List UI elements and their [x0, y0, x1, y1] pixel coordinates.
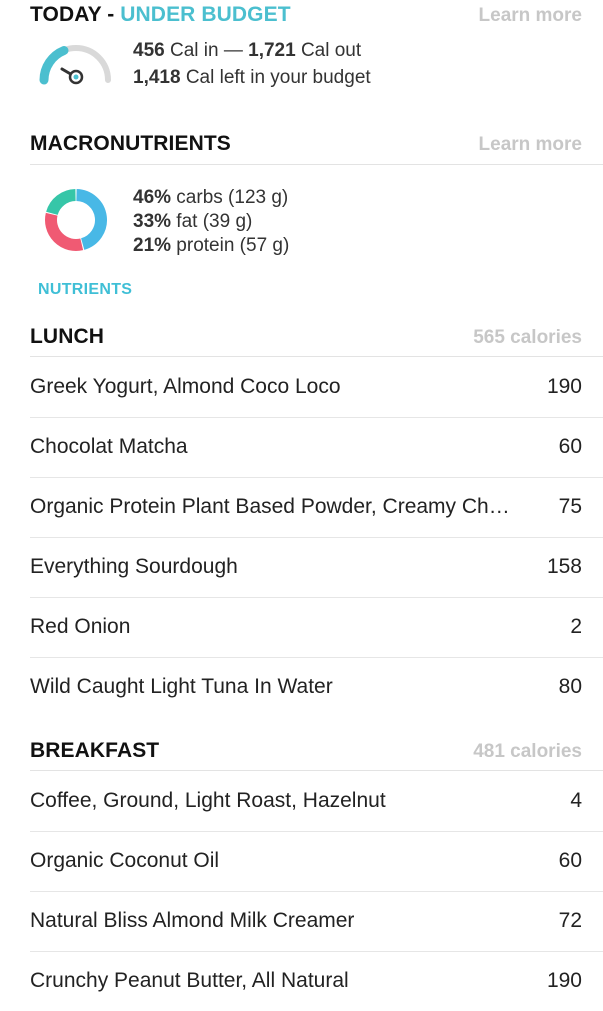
macro-protein: 21% protein (57 g): [133, 234, 289, 258]
food-name: Wild Caught Light Tuna In Water: [30, 675, 333, 698]
food-row[interactable]: Crunchy Peanut Butter, All Natural 190: [30, 951, 582, 1011]
macro-protein-pct: 21%: [133, 235, 172, 256]
macro-fat-pct: 33%: [133, 211, 172, 232]
macro-fat-label: fat (39 g): [171, 211, 253, 232]
cal-out-value: 1,721: [248, 40, 296, 61]
macros-list: 46% carbs (123 g) 33% fat (39 g) 21% pro…: [133, 186, 289, 258]
food-name: Chocolat Matcha: [30, 435, 188, 458]
today-header: TODAY - UNDER BUDGET Learn more: [30, 3, 582, 27]
meal-header-breakfast: BREAKFAST 481 calories: [30, 739, 582, 763]
food-name: Organic Coconut Oil: [30, 849, 220, 872]
food-calories: 75: [558, 495, 582, 518]
food-calories: 60: [558, 849, 582, 872]
cal-left-label: Cal left in your budget: [180, 67, 371, 88]
meal-total-lunch: 565 calories: [473, 327, 582, 348]
food-row[interactable]: Organic Coconut Oil 60: [30, 831, 582, 891]
food-row[interactable]: Chocolat Matcha 60: [30, 417, 582, 477]
food-calories: 158: [546, 555, 582, 578]
food-row[interactable]: Greek Yogurt, Almond Coco Loco 190: [30, 357, 582, 417]
today-learn-more-link[interactable]: Learn more: [479, 5, 582, 27]
food-name: Red Onion: [30, 615, 131, 638]
cal-in-label: Cal in —: [164, 40, 249, 61]
food-name: Organic Protein Plant Based Powder, Crea…: [30, 495, 510, 518]
food-name: Crunchy Peanut Butter, All Natural: [30, 969, 349, 992]
food-calories: 80: [558, 675, 582, 698]
cal-left-value: 1,418: [133, 67, 181, 88]
nutrients-link[interactable]: NUTRIENTS: [38, 281, 132, 299]
macros-divider: [30, 164, 603, 165]
macro-fat: 33% fat (39 g): [133, 210, 289, 234]
macros-header: MACRONUTRIENTS Learn more: [30, 132, 582, 156]
food-name: Greek Yogurt, Almond Coco Loco: [30, 375, 341, 398]
meal-header-lunch: LUNCH 565 calories: [30, 325, 582, 349]
food-name: Natural Bliss Almond Milk Creamer: [30, 909, 355, 932]
calorie-summary: 456 Cal in — 1,721 Cal out 1,418 Cal lef…: [133, 37, 371, 91]
meal-total-breakfast: 481 calories: [473, 741, 582, 762]
macro-carbs: 46% carbs (123 g): [133, 186, 289, 210]
food-calories: 2: [570, 615, 582, 638]
macros-donut-chart: [45, 189, 107, 251]
donut-slice: [45, 212, 84, 251]
food-name: Coffee, Ground, Light Roast, Hazelnut: [30, 789, 386, 812]
food-row[interactable]: Wild Caught Light Tuna In Water 80: [30, 657, 582, 717]
donut-slice: [46, 189, 77, 216]
cal-left-line: 1,418 Cal left in your budget: [133, 64, 371, 91]
food-calories: 60: [558, 435, 582, 458]
food-row[interactable]: Organic Protein Plant Based Powder, Crea…: [30, 477, 582, 537]
food-calories: 190: [546, 375, 582, 398]
meal-title-breakfast: BREAKFAST: [30, 739, 160, 762]
macro-carbs-pct: 46%: [133, 187, 172, 208]
food-row[interactable]: Coffee, Ground, Light Roast, Hazelnut 4: [30, 771, 582, 831]
food-name: Everything Sourdough: [30, 555, 238, 578]
meal-title-lunch: LUNCH: [30, 325, 104, 348]
food-calories: 4: [570, 789, 582, 812]
food-calories: 72: [558, 909, 582, 932]
today-label: TODAY -: [30, 3, 121, 26]
cal-out-label: Cal out: [295, 40, 362, 61]
today-title: TODAY - UNDER BUDGET: [30, 3, 291, 27]
donut-slice: [75, 189, 107, 250]
budget-status: UNDER BUDGET: [120, 3, 291, 26]
cal-in-out-line: 456 Cal in — 1,721 Cal out: [133, 37, 371, 64]
macro-protein-label: protein (57 g): [171, 235, 290, 256]
macros-learn-more-link[interactable]: Learn more: [479, 134, 582, 156]
macro-carbs-label: carbs (123 g): [171, 187, 289, 208]
budget-gauge-icon: [39, 45, 111, 85]
cal-in-value: 456: [133, 40, 165, 61]
food-row[interactable]: Everything Sourdough 158: [30, 537, 582, 597]
food-calories: 190: [546, 969, 582, 992]
macros-title: MACRONUTRIENTS: [30, 132, 231, 155]
food-row[interactable]: Natural Bliss Almond Milk Creamer 72: [30, 891, 582, 951]
food-row[interactable]: Red Onion 2: [30, 597, 582, 657]
